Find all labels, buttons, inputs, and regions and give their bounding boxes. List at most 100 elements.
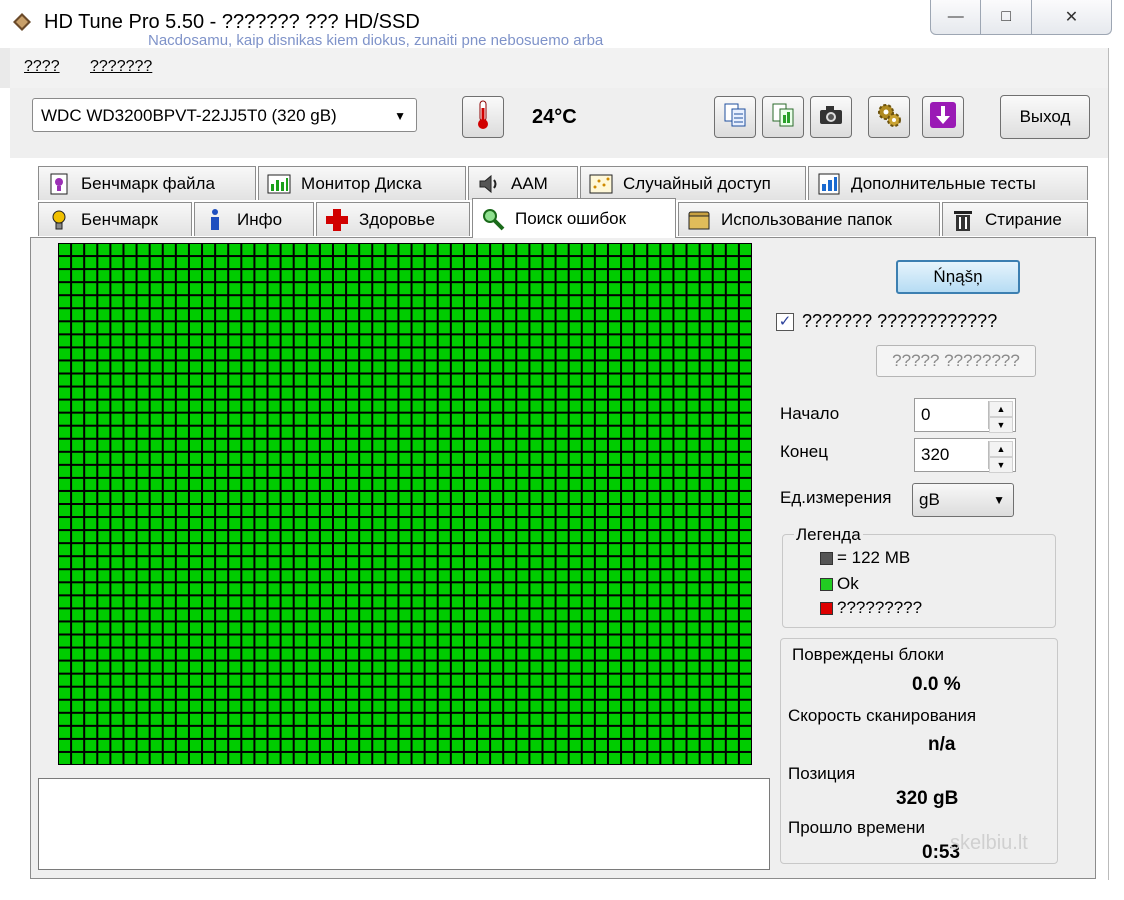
scan-block xyxy=(464,531,477,543)
scan-block xyxy=(176,635,188,647)
scan-block xyxy=(85,596,97,608)
scan-block xyxy=(687,518,699,530)
scan-block xyxy=(635,622,647,634)
scan-block xyxy=(386,439,398,451)
scan-block xyxy=(478,348,490,360)
scan-block xyxy=(438,531,450,543)
scan-block xyxy=(635,244,647,256)
quick-scan-checkbox[interactable]: ✓ xyxy=(776,313,794,331)
scan-block xyxy=(582,478,594,490)
scan-block xyxy=(438,713,450,725)
scan-block xyxy=(229,322,241,334)
scan-block xyxy=(438,648,450,660)
scan-block xyxy=(268,570,280,582)
scan-block xyxy=(504,596,516,608)
scan-block xyxy=(478,544,490,556)
scan-block xyxy=(85,309,97,321)
scan-block xyxy=(739,257,751,269)
scan-block xyxy=(543,726,555,738)
scan-block xyxy=(176,335,188,347)
scan-block xyxy=(320,713,332,725)
benchmark-icon xyxy=(47,208,71,232)
start-input[interactable]: 0 ▲ ▼ xyxy=(914,398,1016,433)
tab-benchmark[interactable]: Бенчмарк xyxy=(38,202,192,236)
menu-help[interactable]: ??????? xyxy=(90,58,152,76)
scan-block xyxy=(700,648,712,660)
end-input[interactable]: 320 ▲ ▼ xyxy=(914,438,1016,473)
scan-block xyxy=(713,726,725,738)
exit-button[interactable]: Выход xyxy=(1000,95,1090,139)
scan-block xyxy=(111,491,123,503)
scan-block xyxy=(360,518,372,530)
screenshot-button[interactable] xyxy=(810,96,852,138)
tab-health[interactable]: Здоровье xyxy=(316,202,470,236)
tab-extra-tests[interactable]: Дополнительные тесты xyxy=(808,166,1088,200)
scan-block xyxy=(189,700,202,712)
scan-block xyxy=(176,244,188,256)
scan-block xyxy=(674,739,686,751)
spin-up-icon[interactable]: ▲ xyxy=(989,401,1013,417)
start-scan-button[interactable]: Ńņąšņ xyxy=(896,260,1020,294)
scan-block xyxy=(242,726,254,738)
scan-block xyxy=(739,596,751,608)
scan-block xyxy=(478,257,490,269)
spin-up-icon[interactable]: ▲ xyxy=(989,441,1013,457)
scan-block xyxy=(556,635,568,647)
scan-block xyxy=(347,635,359,647)
scan-block xyxy=(307,726,319,738)
end-spinner[interactable]: ▲ ▼ xyxy=(988,441,1013,473)
scan-block xyxy=(608,544,621,556)
scan-block xyxy=(72,335,84,347)
tab-random-access[interactable]: Случайный доступ xyxy=(580,166,806,200)
scan-block xyxy=(281,335,293,347)
spin-down-icon[interactable]: ▼ xyxy=(989,417,1013,433)
save-button[interactable] xyxy=(922,96,964,138)
scan-block xyxy=(176,439,188,451)
tab-disk-monitor[interactable]: Монитор Диска xyxy=(258,166,466,200)
start-spinner[interactable]: ▲ ▼ xyxy=(988,401,1013,433)
scan-block xyxy=(229,687,241,699)
tab-file-benchmark[interactable]: Бенчмарк файла xyxy=(38,166,256,200)
spin-down-icon[interactable]: ▼ xyxy=(989,457,1013,473)
scan-block xyxy=(163,413,175,425)
scan-block xyxy=(569,452,581,464)
menu-file[interactable]: ???? xyxy=(24,58,60,76)
scan-block xyxy=(464,452,477,464)
tab-folder-usage[interactable]: Использование папок xyxy=(678,202,940,236)
copy-info-button[interactable] xyxy=(762,96,804,138)
tab-erase[interactable]: Стирание xyxy=(942,202,1088,236)
tab-aam[interactable]: AAM xyxy=(468,166,578,200)
scan-block xyxy=(72,348,84,360)
scan-block xyxy=(203,622,215,634)
scan-block xyxy=(464,622,477,634)
scan-block xyxy=(189,661,202,673)
temperature-button[interactable] xyxy=(462,96,504,138)
scan-block xyxy=(59,752,71,764)
scan-block xyxy=(464,544,477,556)
tab-info[interactable]: Инфо xyxy=(194,202,314,236)
tab-error-scan[interactable]: Поиск ошибок xyxy=(472,198,676,238)
options-button[interactable] xyxy=(868,96,910,138)
scan-block xyxy=(59,309,71,321)
scan-block xyxy=(582,739,594,751)
unit-select[interactable]: gB ▼ xyxy=(912,483,1014,517)
scan-block xyxy=(504,518,516,530)
scan-block xyxy=(255,713,267,725)
minimize-button[interactable]: — xyxy=(931,0,982,34)
close-button[interactable]: ✕ xyxy=(1032,0,1111,34)
maximize-button[interactable]: □ xyxy=(981,0,1032,34)
scan-block xyxy=(281,674,293,686)
scan-block xyxy=(203,609,215,621)
scan-block xyxy=(72,570,84,582)
scan-block xyxy=(530,752,542,764)
copy-text-button[interactable] xyxy=(714,96,756,138)
scan-block xyxy=(608,700,621,712)
scan-block xyxy=(189,478,202,490)
disabled-action-button[interactable]: ????? ???????? xyxy=(876,345,1036,377)
scan-block xyxy=(307,648,319,660)
scan-block xyxy=(622,752,634,764)
scan-block xyxy=(111,713,123,725)
scan-block xyxy=(687,296,699,308)
scan-block xyxy=(504,583,516,595)
drive-select[interactable]: WDC WD3200BPVT-22JJ5T0 (320 gB) ▼ xyxy=(32,98,417,132)
